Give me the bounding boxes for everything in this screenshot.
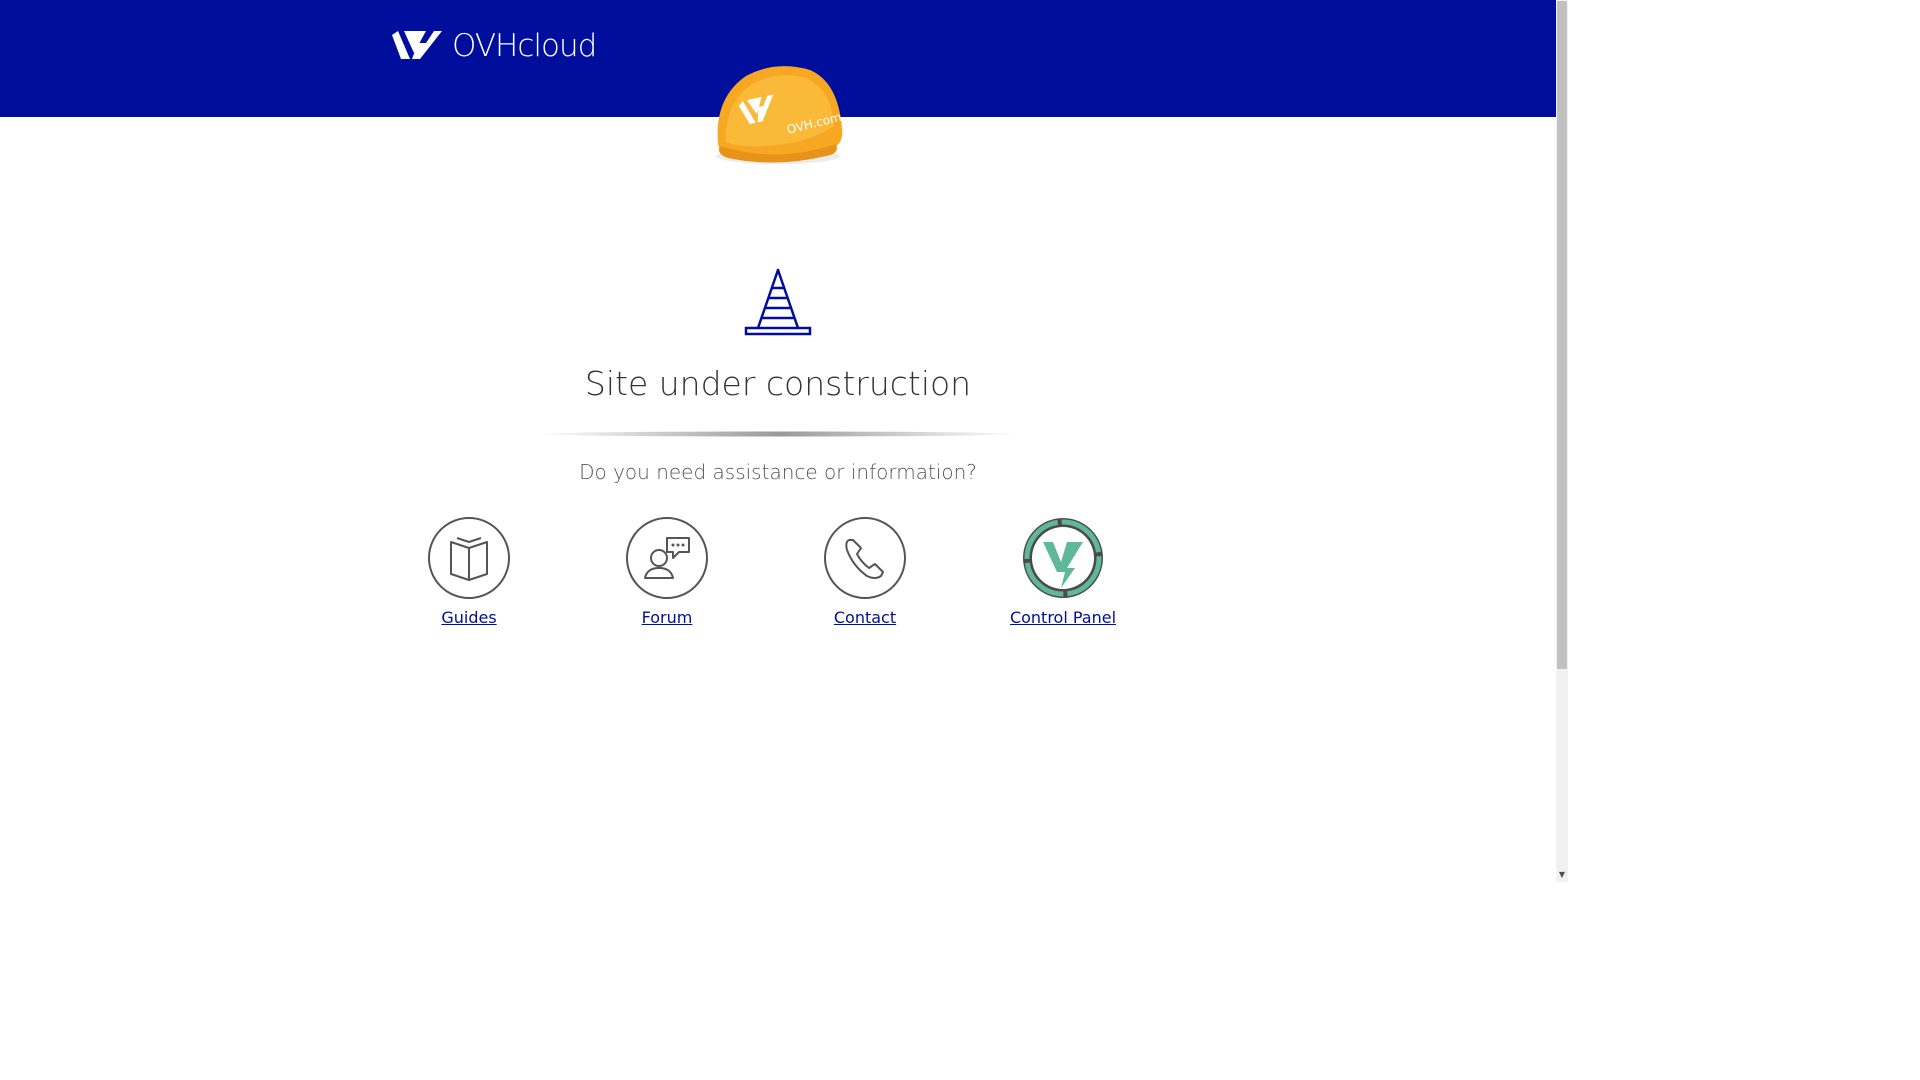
scroll-down-arrow-icon[interactable]: ▼ [1556,868,1568,882]
contact-label: Contact [833,608,897,627]
control-panel-icon [1023,518,1103,598]
forum-label: Forum [641,608,693,627]
guides-link[interactable]: Guides [370,516,568,636]
contact-link[interactable]: Contact [766,516,964,636]
scrollbar-thumb[interactable] [1557,1,1567,669]
page-title: Site under construction [584,364,972,403]
phone-icon [824,517,906,599]
vertical-scrollbar[interactable]: ▼ [1556,0,1568,882]
traffic-cone-icon [744,268,812,336]
forum-link[interactable]: Forum [568,516,766,636]
assistance-subtitle: Do you need assistance or information? [579,460,977,484]
ovhcloud-logo[interactable]: OVHcloud [390,26,597,66]
logo-text: OVHcloud [452,28,597,64]
ovh-logo-icon [392,31,442,59]
guides-label: Guides [441,608,497,627]
control-panel-link[interactable]: Control Panel [964,516,1162,636]
control-panel-label: Control Panel [1009,608,1117,627]
book-icon [428,517,510,599]
forum-icon [626,517,708,599]
divider [538,431,1020,437]
helmet-icon: OVH.com [716,66,843,164]
help-links: Guides Forum Contact Control Panel [370,516,1162,636]
